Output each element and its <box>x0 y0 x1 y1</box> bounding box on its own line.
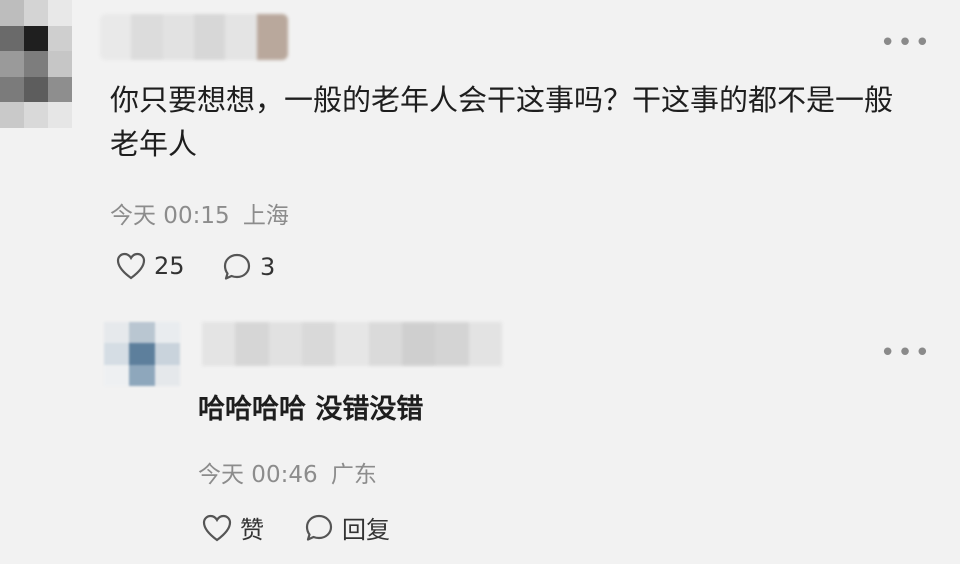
reply-button[interactable]: 3 <box>222 252 275 282</box>
avatar[interactable] <box>0 0 72 128</box>
comment-bubble-icon <box>222 252 252 282</box>
reply-like-button[interactable]: 赞 <box>202 510 264 545</box>
reply-time: 今天 00:46 <box>198 462 318 488</box>
comment-meta: 今天 00:15 上海 <box>110 196 289 230</box>
username-blurred[interactable] <box>100 14 288 60</box>
reply-more-options-icon[interactable]: ••• <box>880 340 932 366</box>
like-button[interactable]: 25 <box>116 252 185 280</box>
reply-location: 广东 <box>330 462 377 488</box>
more-options-icon[interactable]: ••• <box>880 30 932 56</box>
comment-time: 今天 00:15 <box>110 203 230 229</box>
reply-reply-button[interactable]: 回复 <box>304 510 390 545</box>
like-count: 25 <box>154 252 185 280</box>
heart-icon <box>116 252 146 280</box>
heart-icon <box>202 514 232 542</box>
comment-text: 你只要想想，一般的老年人会干这事吗？干这事的都不是一般老年人 <box>110 83 894 161</box>
comment-bubble-icon <box>304 513 334 543</box>
reply-text: 哈哈哈哈 没错没错 <box>198 394 424 425</box>
reply-avatar[interactable] <box>104 322 180 386</box>
reply-reply-label: 回复 <box>342 516 390 544</box>
reply-count: 3 <box>260 253 276 281</box>
comment-location: 上海 <box>242 203 289 229</box>
reply-meta: 今天 00:46 广东 <box>198 455 377 489</box>
reply-like-label: 赞 <box>240 516 264 544</box>
reply-username-blurred[interactable] <box>202 322 502 366</box>
